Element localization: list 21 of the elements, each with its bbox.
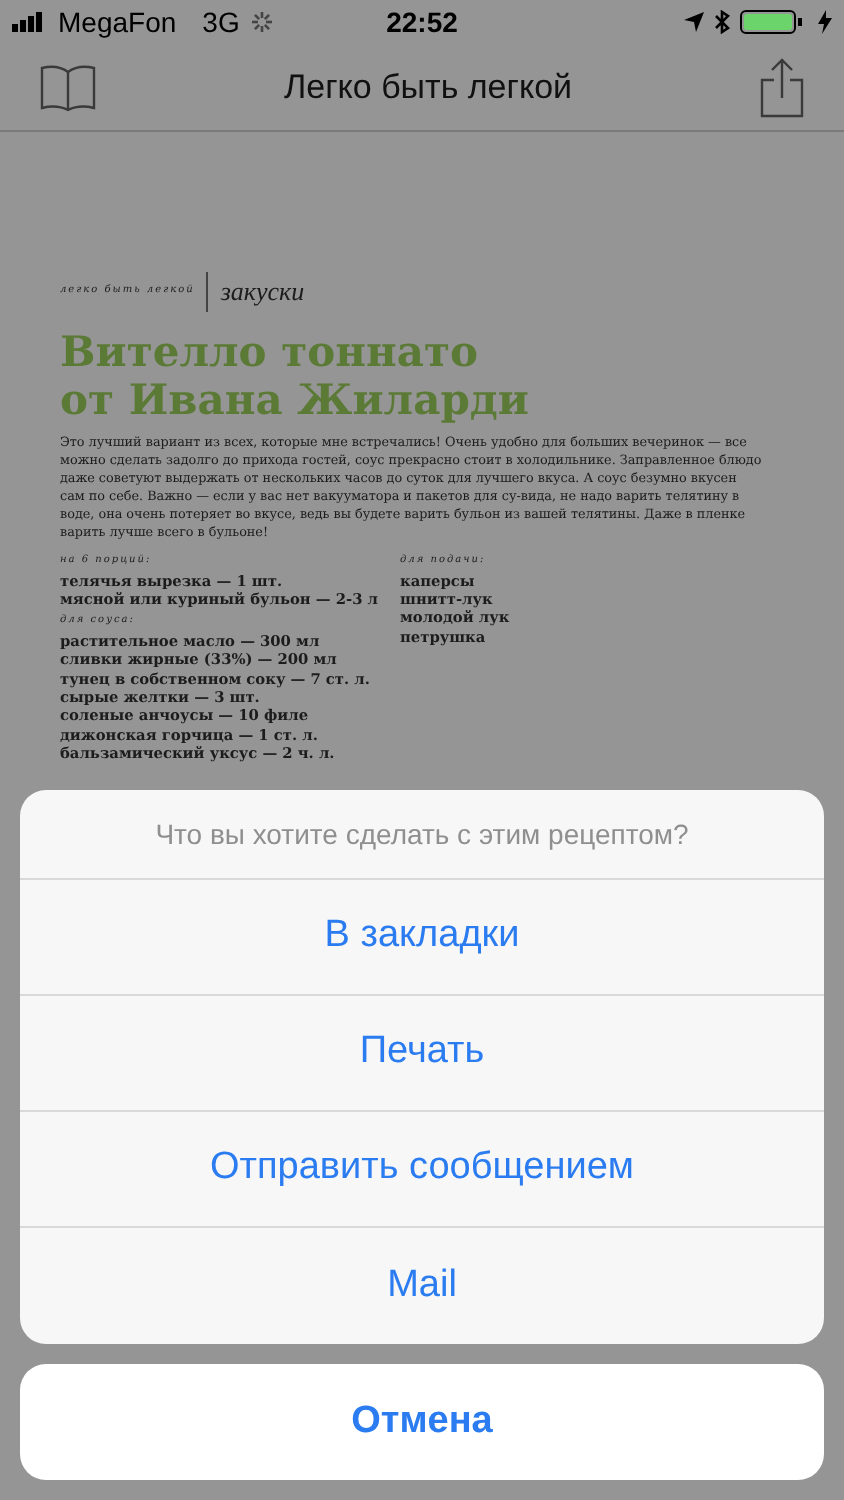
status-time: 22:52: [384, 3, 460, 41]
loading-icon: [249, 10, 274, 34]
action-button[interactable]: Отправить сообщением: [20, 1112, 824, 1228]
location-icon: [684, 12, 704, 32]
action-sheet-title: Что вы хотите сделать с этим рецептом?: [20, 790, 824, 880]
battery-icon: [740, 10, 808, 34]
cancel-button[interactable]: Отмена: [20, 1364, 824, 1480]
bluetooth-icon: [714, 10, 730, 34]
signal-icon: [12, 12, 48, 32]
category-label: закуски: [220, 274, 305, 311]
recipe-title: от Ивана Жиларди: [60, 376, 531, 424]
action-button[interactable]: Mail: [20, 1228, 824, 1344]
share-icon[interactable]: [760, 57, 804, 117]
nav-title: Легко быть легкой: [281, 65, 575, 110]
network-type: 3G: [202, 3, 240, 41]
carrier-name: MegaFon: [58, 3, 177, 42]
book-icon[interactable]: [40, 61, 96, 113]
recipe-title: Вителло тоннато: [60, 328, 481, 376]
action-button[interactable]: В закладки: [20, 880, 824, 996]
charging-icon: [818, 10, 832, 34]
action-button[interactable]: Печать: [20, 996, 824, 1112]
